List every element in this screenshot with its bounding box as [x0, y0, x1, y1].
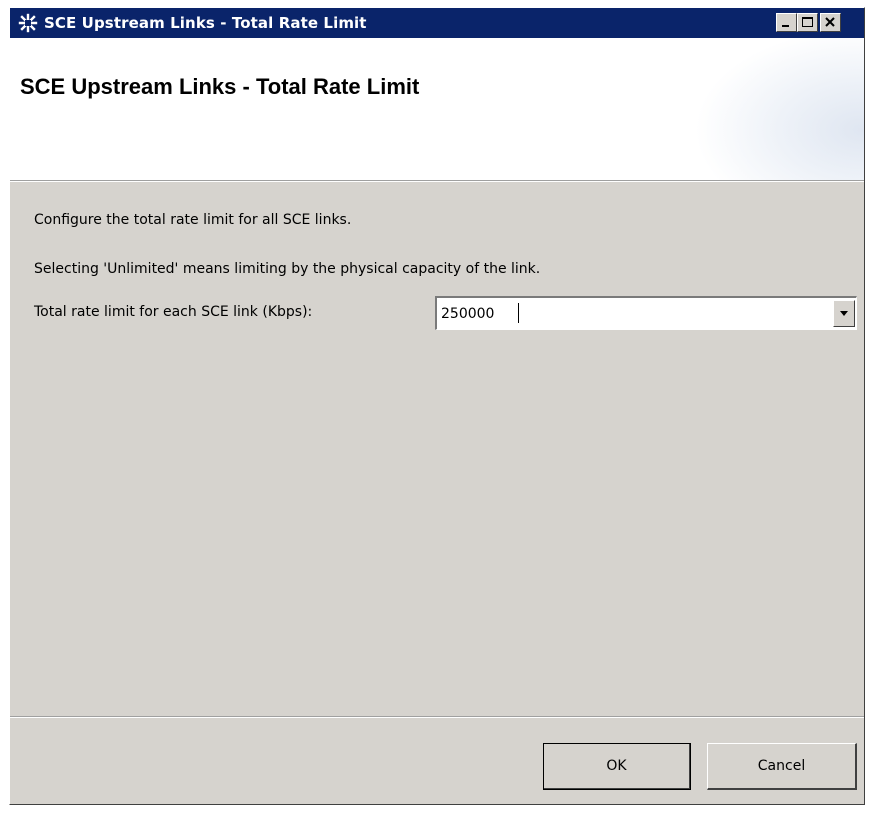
description-text: Configure the total rate limit for all S…: [34, 212, 352, 228]
dialog-window: SCE Upstream Links - Total Rate Limit SC…: [9, 7, 865, 805]
maximize-button[interactable]: [797, 13, 818, 32]
rate-limit-input[interactable]: [441, 303, 821, 325]
rate-limit-label: Total rate limit for each SCE link (Kbps…: [34, 304, 313, 320]
footer-divider: [10, 716, 864, 718]
chevron-down-icon: [840, 311, 848, 316]
page-title: SCE Upstream Links - Total Rate Limit: [20, 74, 420, 99]
text-cursor: [518, 303, 519, 323]
header-divider: [10, 180, 864, 182]
minimize-icon: [782, 25, 789, 27]
title-bar[interactable]: SCE Upstream Links - Total Rate Limit: [10, 8, 864, 38]
close-button[interactable]: [820, 13, 841, 32]
cancel-button[interactable]: Cancel: [707, 743, 857, 790]
header-decoration: [694, 38, 864, 180]
window-title: SCE Upstream Links - Total Rate Limit: [44, 14, 367, 32]
app-logo-icon: [18, 13, 38, 33]
dialog-header: SCE Upstream Links - Total Rate Limit: [10, 38, 864, 180]
rate-limit-combobox[interactable]: [435, 296, 857, 330]
rate-limit-dropdown-button[interactable]: [833, 300, 855, 327]
maximize-icon: [802, 17, 813, 27]
note-text: Selecting 'Unlimited' means limiting by …: [34, 261, 541, 277]
close-icon: [825, 17, 835, 27]
minimize-button[interactable]: [776, 13, 797, 32]
ok-button[interactable]: OK: [543, 743, 691, 790]
